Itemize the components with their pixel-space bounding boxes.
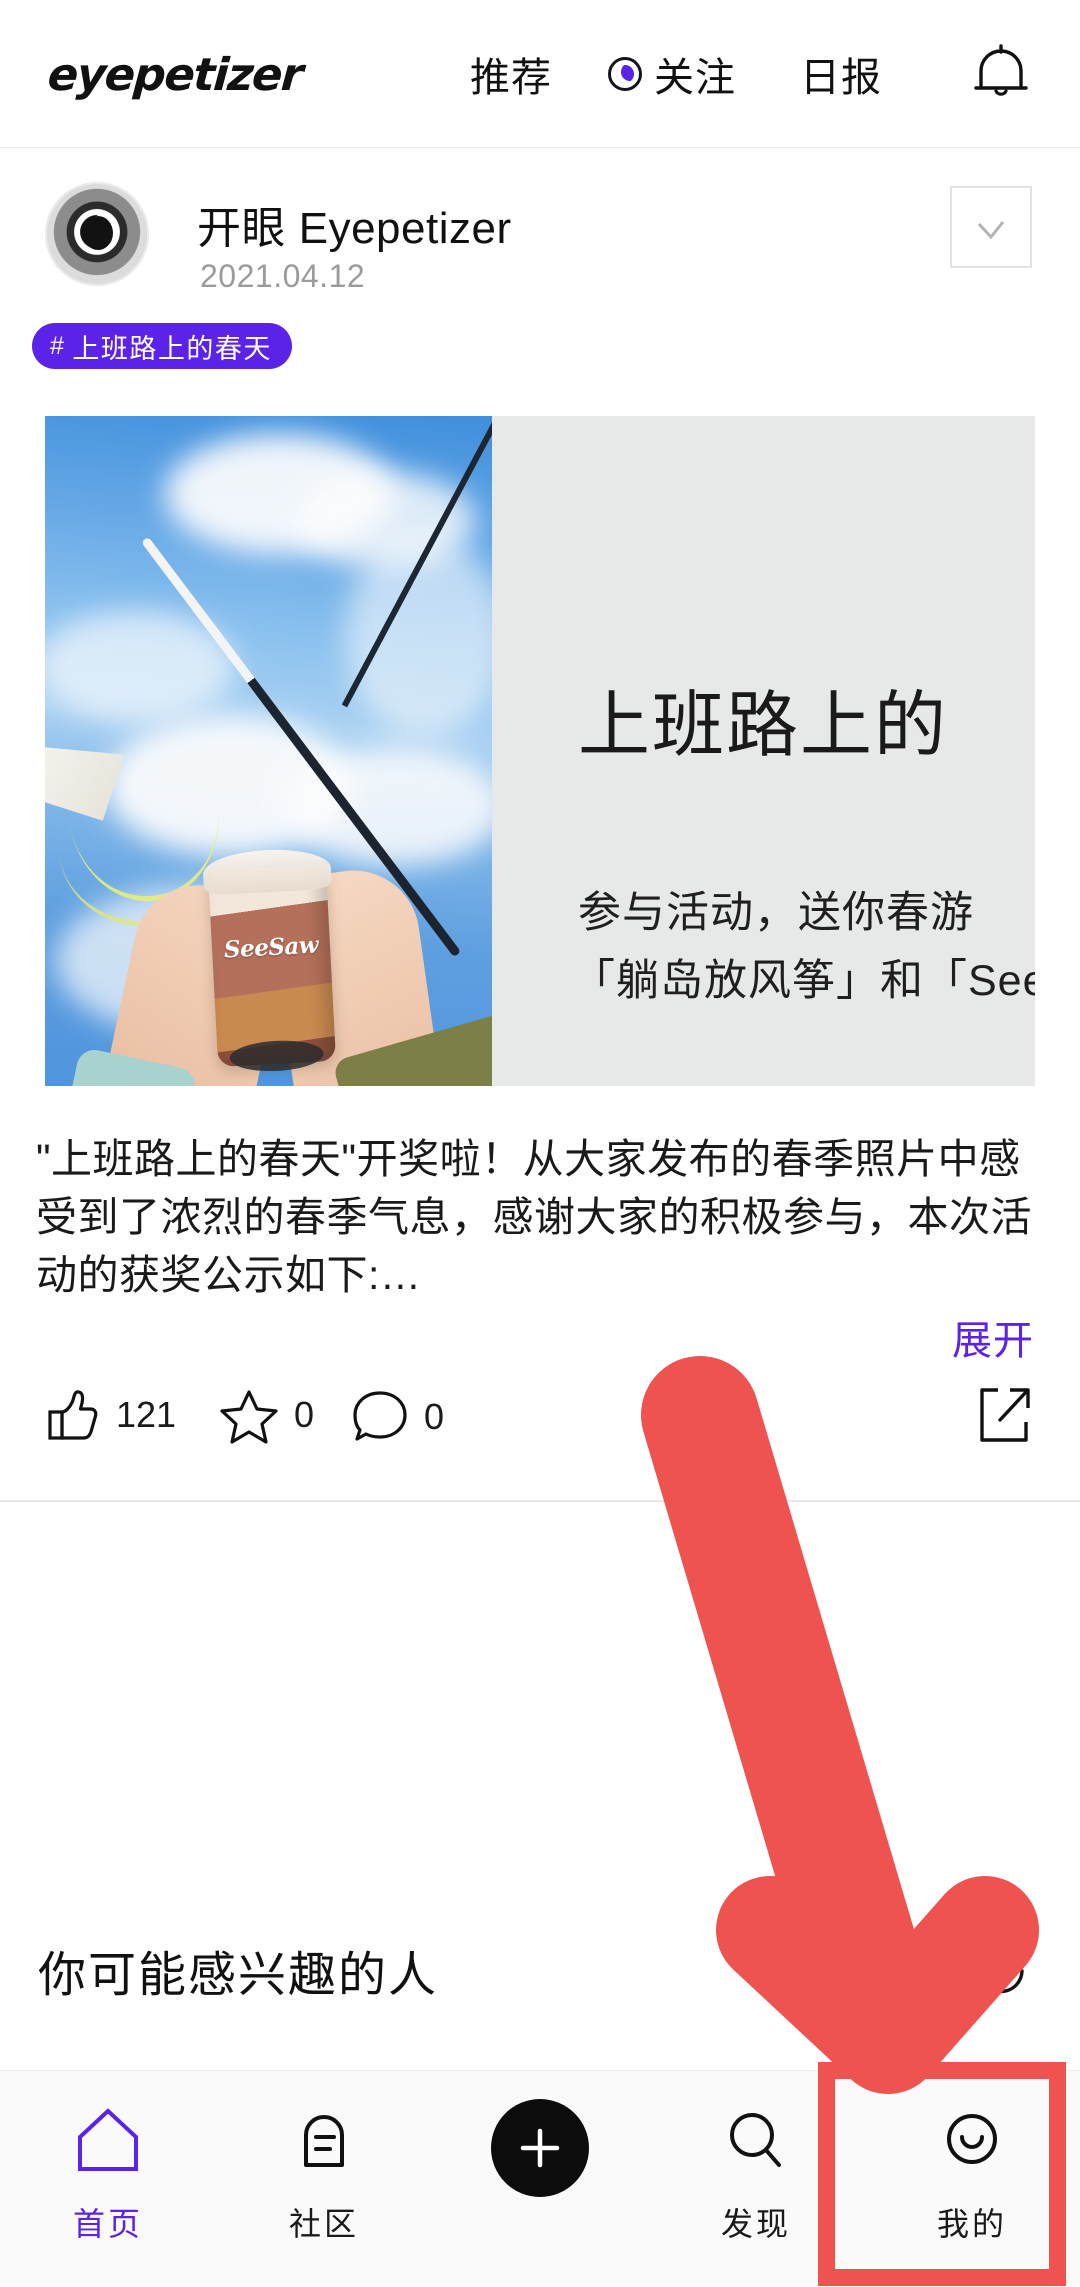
coffee-cup: SeeSaw (202, 846, 337, 1074)
avatar[interactable] (45, 182, 149, 286)
tab-daily[interactable]: 日报 (800, 45, 882, 103)
sidebar-item-home[interactable]: 首页 (0, 2071, 216, 2287)
plus-icon (491, 2099, 589, 2197)
tab-discover-label: 发现 (720, 2206, 791, 2242)
comment-count: 0 (424, 1396, 445, 1437)
like-count: 121 (116, 1394, 177, 1435)
favorite-count: 0 (294, 1394, 315, 1435)
post-author-row: 开眼 Eyepetizer 2021.04.12 (0, 170, 1080, 322)
post-action-bar: 121 0 0 (0, 1376, 1080, 1484)
post-photo: SeeSaw (45, 416, 492, 1086)
header-tabs: 推荐 关注 日报 (470, 0, 882, 148)
search-icon (730, 2113, 781, 2167)
post-description: "上班路上的春天"开奖啦！从大家发布的春季照片中感受到了浓烈的春季气息，感谢大家… (36, 1136, 1032, 1298)
check-icon (977, 221, 1005, 240)
tab-daily-label: 日报 (800, 56, 882, 100)
author-name[interactable]: 开眼 Eyepetizer (197, 192, 512, 256)
suggested-people-title: 你可能感兴趣的人 (38, 1949, 439, 2002)
tab-following[interactable]: 关注 (608, 45, 736, 103)
community-icon (304, 2115, 344, 2167)
tab-following-label: 关注 (654, 56, 736, 100)
tab-home-label: 首页 (72, 2206, 143, 2242)
cup-logo-label: SeeSaw (223, 931, 319, 964)
tab-profile-label: 我的 (936, 2206, 1007, 2242)
comment-button[interactable]: 0 (350, 1388, 444, 1446)
poster-line-2: 「躺岛放风筝」和「See (572, 957, 1035, 1005)
share-button[interactable] (974, 1382, 1034, 1448)
hashtag-chip[interactable]: # 上班路上的春天 (32, 323, 292, 369)
like-button[interactable]: 121 (40, 1384, 176, 1446)
create-post-button[interactable] (432, 2071, 648, 2287)
tab-community-label: 社区 (288, 2206, 359, 2242)
thumbs-up-icon (48, 1390, 98, 1440)
tab-recommend[interactable]: 推荐 (470, 45, 552, 103)
top-header: eyepetizer 推荐 关注 日报 (0, 0, 1080, 148)
post-date: 2021.04.12 (200, 258, 366, 294)
follow-button[interactable] (950, 186, 1032, 268)
hash-symbol-icon: # (50, 331, 66, 360)
sidebar-item-discover[interactable]: 发现 (648, 2071, 864, 2287)
bell-icon[interactable] (968, 40, 1034, 106)
favorite-button[interactable]: 0 (218, 1384, 314, 1446)
poster-title: 上班路上的 (578, 686, 949, 766)
poster-line-1: 参与活动，送你春游 (578, 889, 974, 937)
comment-icon (353, 1391, 407, 1441)
star-icon (220, 1390, 278, 1444)
bottom-tab-bar: 首页 社区 发现 我的 (0, 2070, 1080, 2286)
sidebar-item-community[interactable]: 社区 (216, 2071, 432, 2287)
eye-badge-icon (608, 57, 642, 91)
app-logo: eyepetizer (46, 48, 304, 101)
hashtag-label: 上班路上的春天 (72, 333, 272, 364)
tab-recommend-label: 推荐 (470, 56, 552, 100)
post-poster: 上班路上的 参与活动，送你春游 「躺岛放风筝」和「See (492, 416, 1035, 1086)
post-media[interactable]: SeeSaw 上班路上的 参与活动，送你春游 「躺岛放风筝」和「See (45, 416, 1035, 1086)
sidebar-item-profile[interactable]: 我的 (864, 2071, 1080, 2287)
feed-post: 开眼 Eyepetizer 2021.04.12 # 上班路上的春天 SeeSa… (0, 148, 1080, 1502)
expand-link[interactable]: 展开 (952, 1308, 1034, 1366)
refresh-icon[interactable] (970, 1940, 1032, 2002)
section-divider (0, 1500, 1080, 1502)
share-icon (980, 1388, 1030, 1442)
home-icon (78, 2108, 138, 2171)
profile-smiley-icon (947, 2114, 997, 2164)
